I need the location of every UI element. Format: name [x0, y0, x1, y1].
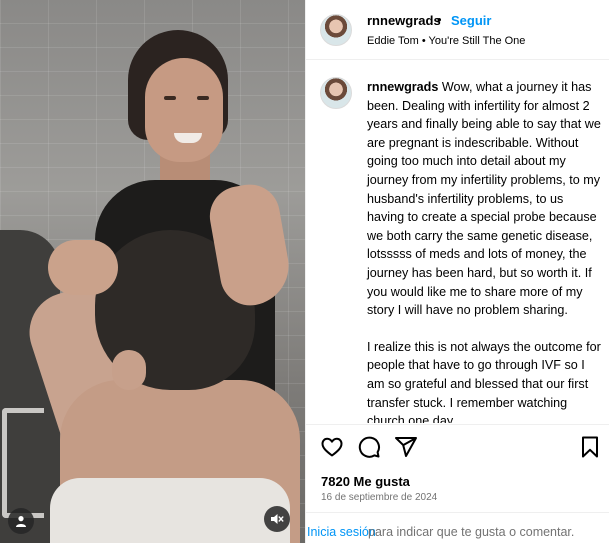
login-link[interactable]: Inicia sesión	[307, 525, 376, 539]
login-prompt: Inicia sesión para indicar que te gusta …	[306, 512, 609, 543]
follow-button[interactable]: Seguir	[451, 13, 491, 28]
caption-author-avatar[interactable]	[320, 77, 352, 109]
separator-dot: •	[437, 12, 442, 27]
post-video[interactable]	[0, 0, 305, 543]
post-panel: rnnewgrads • Seguir Eddie Tom • You're S…	[305, 0, 609, 543]
mute-button[interactable]	[264, 506, 290, 532]
share-icon[interactable]	[394, 435, 418, 459]
login-prompt-text: para indicar que te gusta o comentar.	[368, 525, 575, 539]
caption-section[interactable]: rnnewgrads Wow, what a journey it has be…	[306, 61, 609, 423]
action-bar	[306, 424, 609, 466]
author-username[interactable]: rnnewgrads	[367, 13, 441, 28]
woman-face	[145, 58, 223, 162]
speaker-muted-icon	[271, 514, 284, 524]
woman-eye-left	[164, 96, 176, 100]
tagged-users-button[interactable]	[8, 508, 34, 534]
man-ear	[112, 350, 146, 390]
caption-paragraph-1: Wow, what a journey it has been. Dealing…	[367, 80, 601, 318]
like-count[interactable]: 7820 Me gusta	[321, 474, 410, 489]
post-date[interactable]: 16 de septiembre de 2024	[321, 492, 437, 503]
bookmark-icon[interactable]	[578, 435, 602, 459]
author-avatar[interactable]	[320, 14, 352, 46]
towel	[50, 478, 290, 543]
woman-hand-left	[48, 240, 118, 295]
audio-track-link[interactable]: Eddie Tom • You're Still The One	[367, 35, 525, 47]
heart-icon[interactable]	[320, 435, 344, 459]
comment-icon[interactable]	[357, 435, 381, 459]
post-header: rnnewgrads • Seguir Eddie Tom • You're S…	[306, 0, 609, 60]
grab-bar	[2, 408, 44, 518]
caption-paragraph-2: I realize this is not always the outcome…	[367, 339, 601, 423]
caption-username[interactable]: rnnewgrads	[367, 80, 438, 94]
user-icon	[16, 516, 26, 527]
woman-eye-right	[197, 96, 209, 100]
caption-text: rnnewgrads Wow, what a journey it has be…	[367, 78, 601, 423]
